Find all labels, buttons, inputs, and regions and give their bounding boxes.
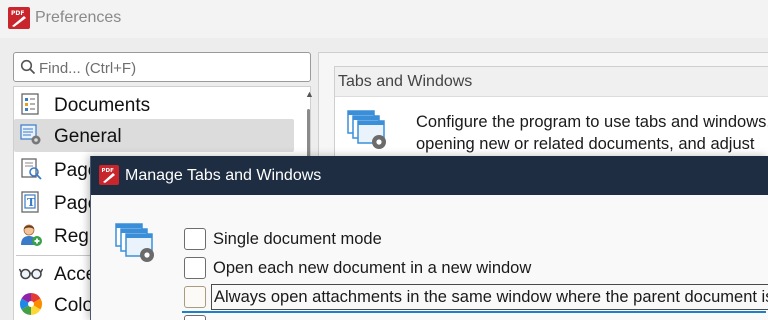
sidebar-item-label: Documents (54, 95, 151, 116)
pdf-app-icon: PDF (8, 7, 30, 29)
sidebar-item-general[interactable]: General (14, 119, 294, 152)
search-placeholder: Find... (Ctrl+F) (39, 60, 137, 77)
sidebar-item-label: Colo (54, 295, 94, 316)
page-text-icon: T (21, 191, 39, 213)
glasses-icon (19, 268, 43, 280)
svg-text:PDF: PDF (102, 168, 115, 174)
focus-underline (182, 311, 766, 313)
option-label: Single document mode (213, 230, 382, 248)
option-new-window[interactable]: Open each new document in a new window (182, 255, 766, 281)
tabs-windows-settings-icon (115, 223, 154, 262)
dialog-title: Manage Tabs and Windows (125, 167, 322, 184)
pdf-app-icon: PDF (99, 165, 119, 185)
group-description-line1: Configure the program to use tabs and wi… (416, 113, 768, 131)
sidebar-item-label: General (54, 126, 122, 147)
option-label: Always open attachments in the same wind… (211, 284, 768, 310)
documents-icon (21, 93, 39, 115)
group-description-line2: opening new or related documents, and ad… (416, 135, 755, 153)
checkbox[interactable] (184, 228, 206, 250)
preferences-titlebar: PDF Preferences (0, 0, 768, 38)
sidebar-item-label: Regi (54, 226, 94, 247)
window-title: Preferences (35, 9, 122, 26)
search-icon (20, 59, 36, 75)
dialog-titlebar[interactable]: PDF Manage Tabs and Windows (91, 156, 768, 195)
page-display-icon (21, 158, 42, 180)
user-add-icon (21, 224, 42, 246)
scroll-up-arrow-icon[interactable]: ▲ (305, 89, 314, 99)
sidebar-item-documents[interactable]: Documents (14, 88, 294, 121)
checkbox[interactable] (184, 257, 206, 279)
option-attachments-same-window[interactable]: Always open attachments in the same wind… (182, 284, 768, 310)
option-single-document-mode[interactable]: Single document mode (182, 226, 766, 252)
checkbox[interactable] (184, 286, 206, 308)
checkbox-partial[interactable] (184, 315, 206, 320)
svg-text:PDF: PDF (11, 10, 24, 17)
color-wheel-icon (20, 293, 42, 315)
tabs-windows-settings-icon (347, 110, 386, 149)
group-title: Tabs and Windows (338, 73, 473, 90)
general-settings-icon (20, 124, 41, 145)
option-label: Open each new document in a new window (213, 259, 532, 277)
svg-text:T: T (27, 196, 36, 209)
